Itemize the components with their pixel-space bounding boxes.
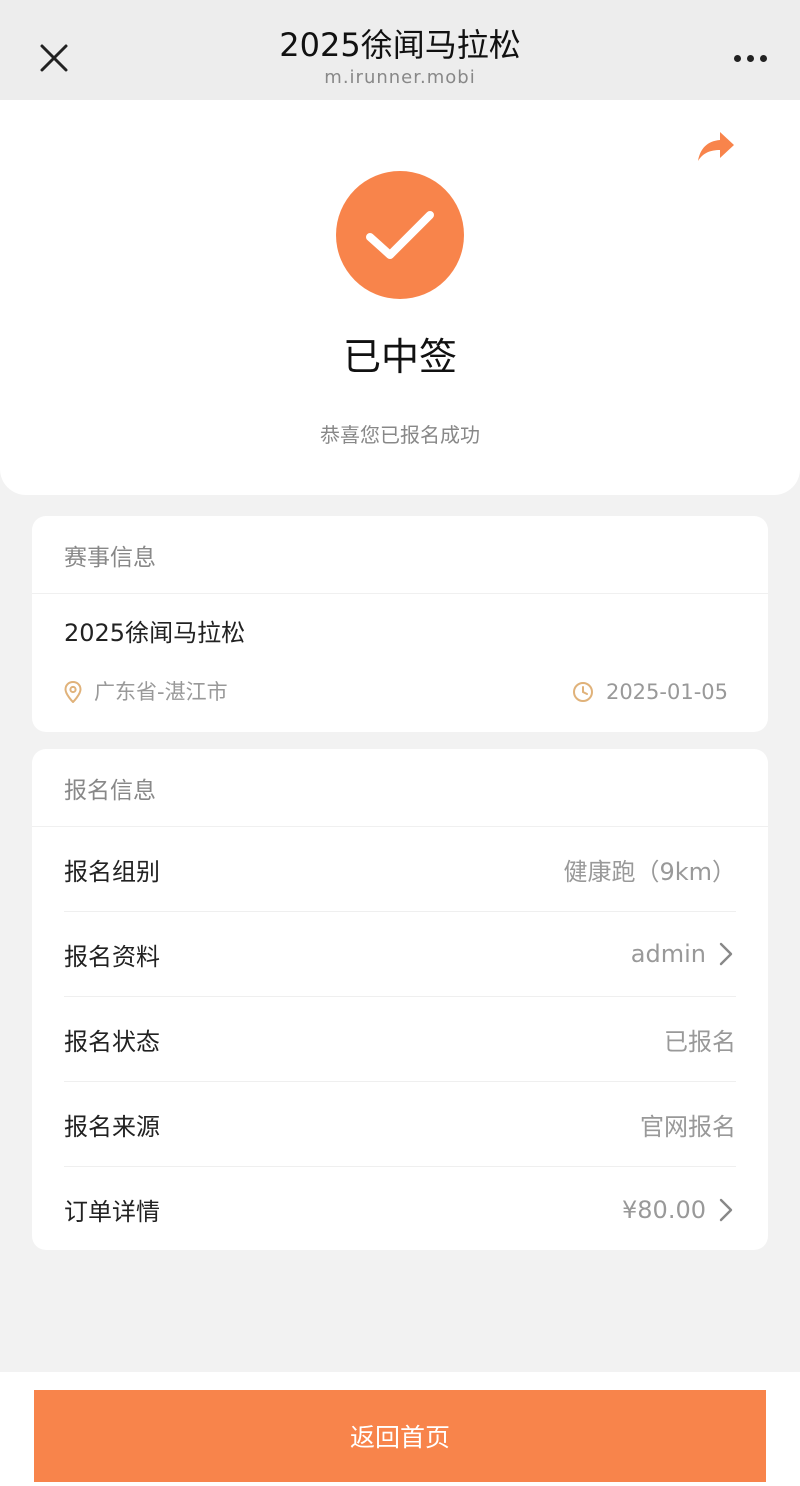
page-domain: m.irunner.mobi bbox=[324, 67, 476, 88]
event-location: 广东省-湛江市 bbox=[64, 676, 228, 708]
close-button[interactable] bbox=[30, 34, 78, 82]
event-date: 2025-01-05 bbox=[572, 676, 728, 708]
event-meta: 广东省-湛江市 2025-01-05 bbox=[64, 676, 728, 708]
success-badge bbox=[336, 171, 464, 299]
reg-row-source: 报名来源 官网报名 bbox=[64, 1082, 736, 1167]
status-message: 恭喜您已报名成功 bbox=[320, 423, 480, 447]
reg-row-order[interactable]: 订单详情 ¥80.00 bbox=[64, 1167, 736, 1252]
reg-profile-value-wrap: admin bbox=[631, 940, 736, 968]
reg-status-value: 已报名 bbox=[664, 1027, 736, 1056]
reg-row-profile[interactable]: 报名资料 admin bbox=[64, 912, 736, 997]
top-navbar: 2025徐闻马拉松 m.irunner.mobi bbox=[0, 0, 800, 100]
reg-status-label: 报名状态 bbox=[64, 1027, 160, 1056]
back-to-home-button[interactable]: 返回首页 bbox=[34, 1390, 766, 1482]
event-location-text: 广东省-湛江市 bbox=[94, 680, 228, 704]
reg-row-status: 报名状态 已报名 bbox=[64, 997, 736, 1082]
reg-source-value-wrap: 官网报名 bbox=[640, 1107, 736, 1142]
share-button[interactable] bbox=[696, 130, 744, 170]
reg-order-label: 订单详情 bbox=[64, 1198, 160, 1226]
reg-status-value-wrap: 已报名 bbox=[664, 1022, 736, 1057]
close-icon bbox=[40, 44, 68, 72]
share-icon bbox=[698, 132, 734, 161]
more-icon bbox=[733, 54, 741, 62]
event-name: 2025徐闻马拉松 bbox=[64, 619, 246, 647]
chevron-right-icon bbox=[716, 1198, 736, 1222]
reg-order-value: ¥80.00 bbox=[622, 1195, 706, 1224]
event-info-card: 赛事信息 2025徐闻马拉松 广东省-湛江市 2025-01-05 bbox=[32, 516, 768, 732]
reg-profile-value: admin bbox=[630, 940, 706, 968]
reg-source-label: 报名来源 bbox=[64, 1112, 160, 1141]
reg-order-value-wrap: ¥80.00 bbox=[622, 1196, 736, 1224]
chevron-right-icon bbox=[716, 942, 736, 966]
status-title: 已中签 bbox=[342, 335, 457, 379]
page-title: 2025徐闻马拉松 bbox=[279, 26, 521, 64]
check-icon bbox=[366, 211, 434, 259]
location-pin-icon bbox=[64, 681, 82, 703]
registration-info-card: 报名信息 报名组别 健康跑（9km） 报名资料 admin 报名状态 已报名 报… bbox=[32, 749, 768, 1250]
registration-info-header: 报名信息 bbox=[32, 749, 768, 827]
more-icon-dot bbox=[759, 54, 767, 62]
reg-group-value: 健康跑（9km） bbox=[563, 857, 736, 886]
bottom-action-bar: 返回首页 bbox=[0, 1372, 800, 1486]
reg-group-label: 报名组别 bbox=[64, 857, 160, 886]
reg-profile-label: 报名资料 bbox=[64, 942, 160, 971]
reg-row-group: 报名组别 健康跑（9km） bbox=[64, 827, 736, 912]
event-info-header: 赛事信息 bbox=[32, 516, 768, 594]
more-icon-dot bbox=[746, 54, 754, 62]
reg-group-value-wrap: 健康跑（9km） bbox=[563, 852, 736, 887]
status-card: 已中签 恭喜您已报名成功 bbox=[0, 100, 800, 495]
event-date-text: 2025-01-05 bbox=[605, 680, 728, 704]
nav-title-group: 2025徐闻马拉松 m.irunner.mobi bbox=[150, 22, 650, 88]
reg-source-value: 官网报名 bbox=[640, 1112, 736, 1141]
more-button[interactable] bbox=[726, 38, 774, 78]
clock-icon bbox=[572, 682, 593, 702]
